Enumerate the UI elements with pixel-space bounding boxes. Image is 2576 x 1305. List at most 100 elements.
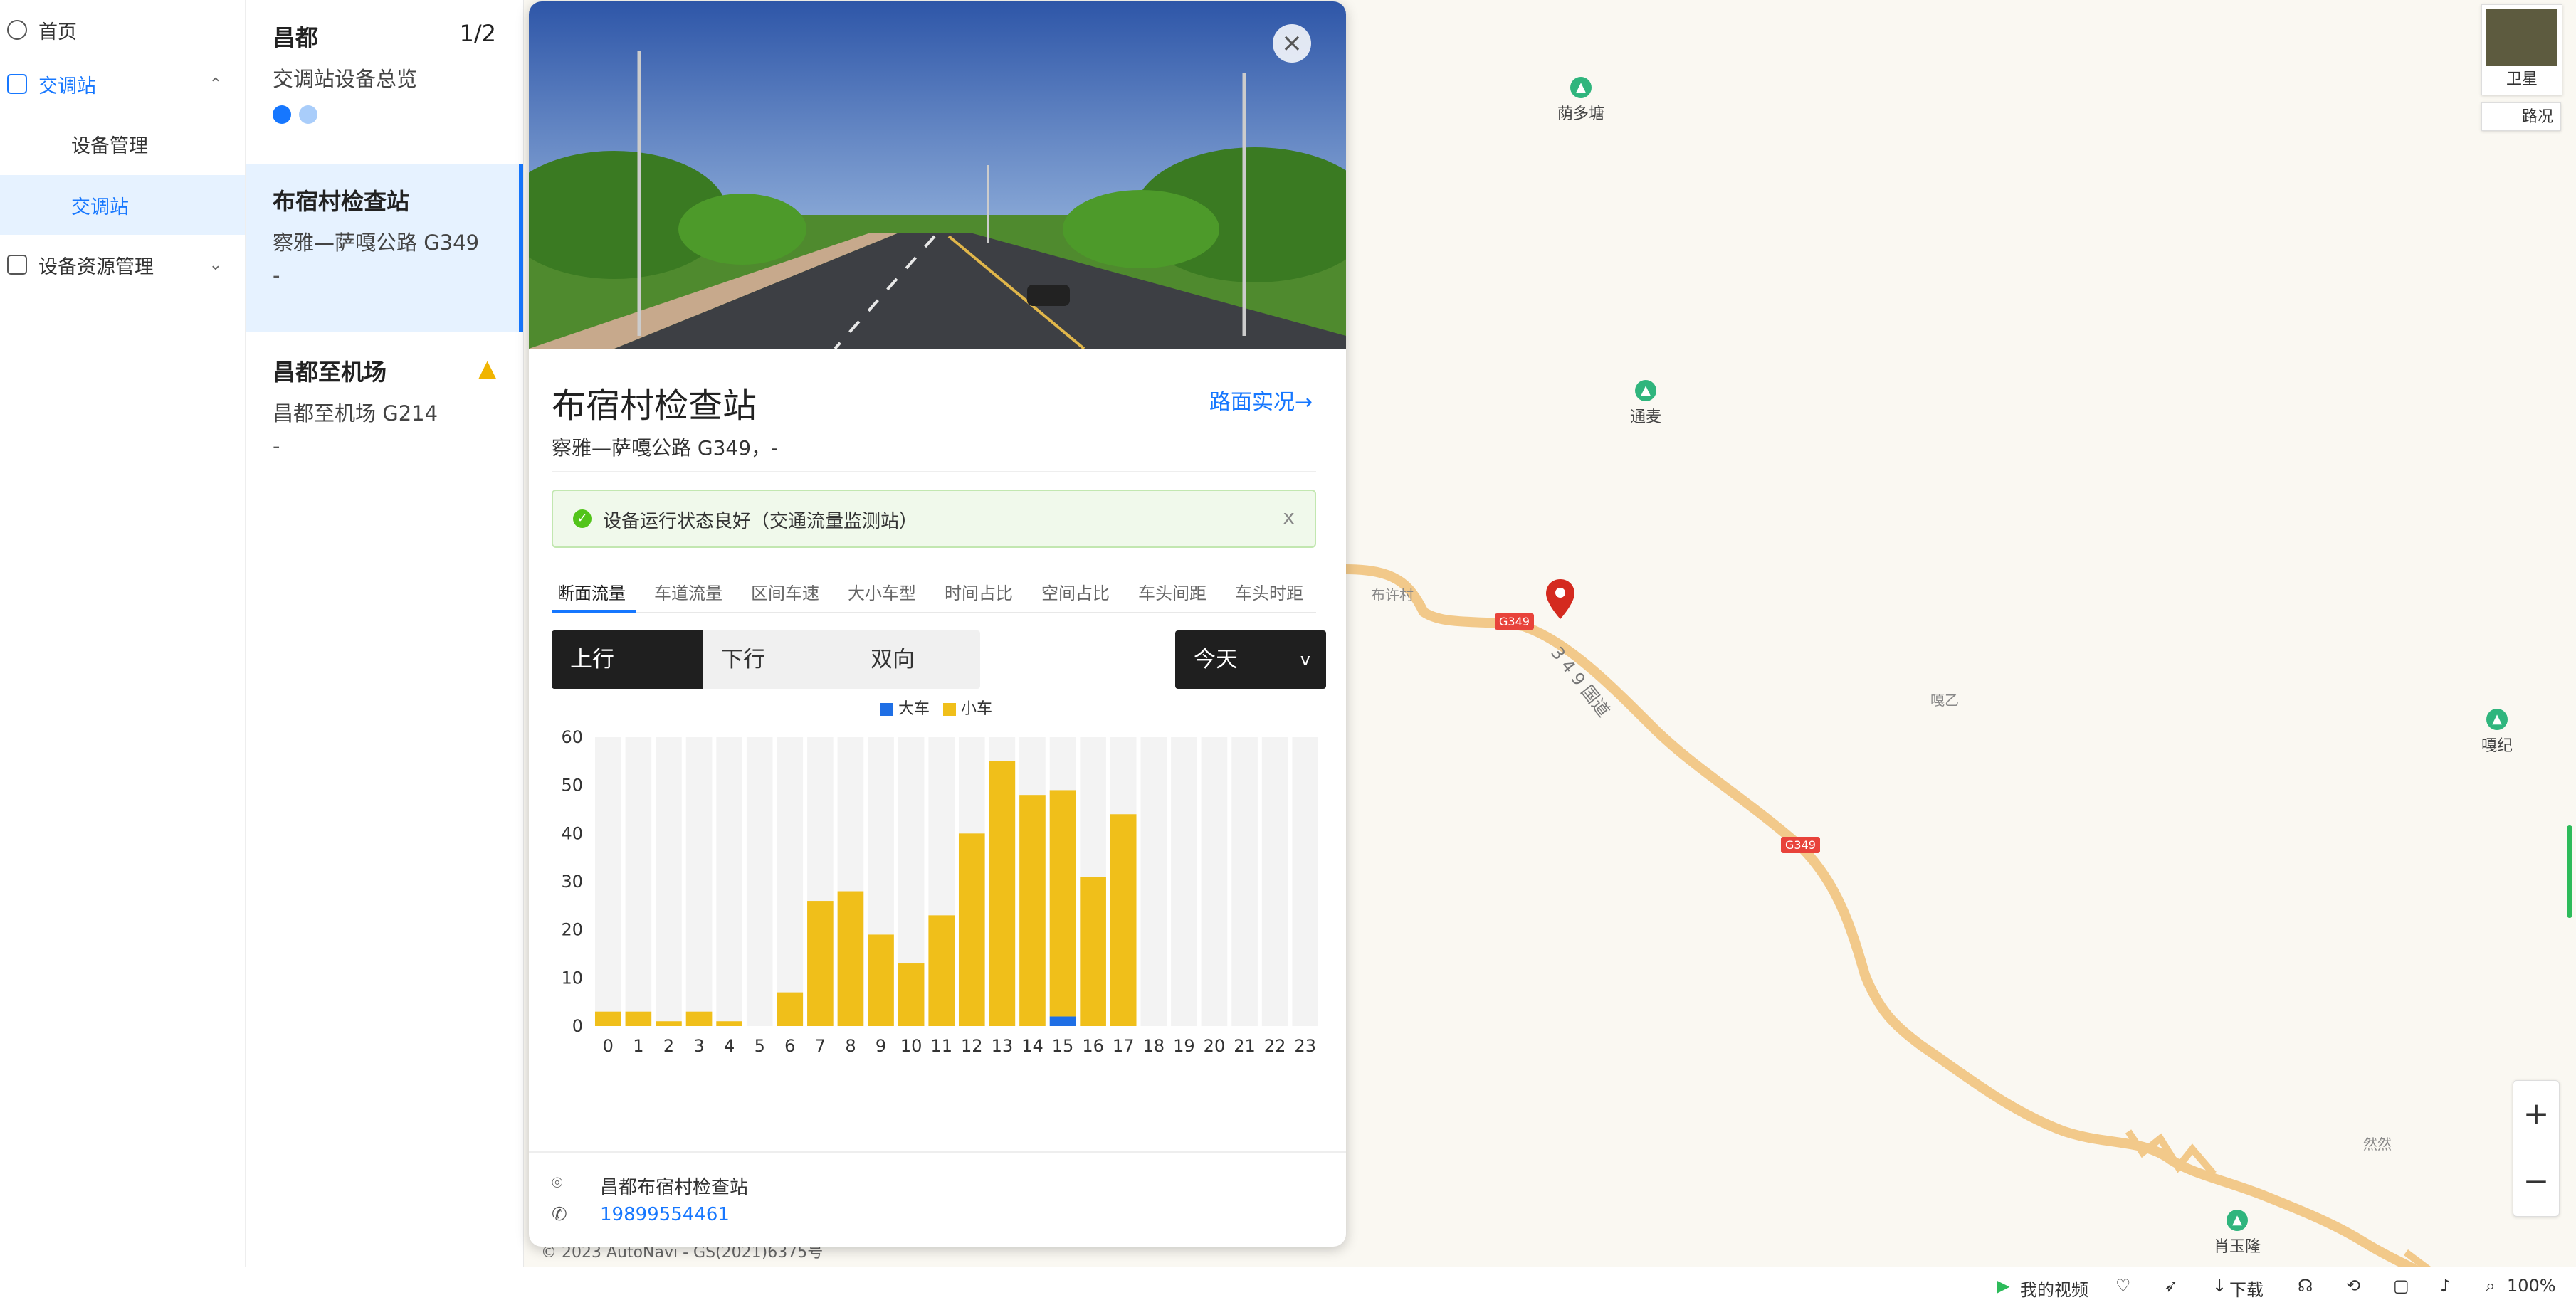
station-title: 布宿村检查站	[273, 188, 410, 215]
summary-subtitle: 交调站设备总览	[273, 67, 418, 91]
download-button[interactable]: 下载	[2229, 1276, 2264, 1301]
x-tick-label: 19	[1173, 1036, 1195, 1056]
tab-section-flow[interactable]: 断面流量	[557, 579, 626, 604]
dot-active[interactable]	[273, 105, 291, 124]
status-text: 设备运行状态良好（交通流量监测站）	[603, 511, 918, 532]
bar-小车-7[interactable]	[807, 901, 834, 1026]
legend-label-small: 小车	[961, 700, 993, 718]
bar-小车-15[interactable]	[1049, 790, 1076, 1017]
direction-down-button[interactable]: 下行	[703, 630, 852, 689]
traffic-layer-toggle[interactable]: 路况	[2481, 102, 2561, 131]
bar-小车-14[interactable]	[1019, 795, 1046, 1026]
x-tick-label: 22	[1264, 1036, 1286, 1056]
bar-background	[1261, 737, 1288, 1026]
sidebar-item-stations[interactable]: 交调站 ⌃	[0, 54, 245, 114]
mountain-icon: ▲	[1635, 380, 1656, 401]
x-tick-label: 17	[1113, 1036, 1135, 1056]
road-badge: G349	[1495, 613, 1534, 630]
station-card[interactable]: 布宿村检查站 察雅—萨嘎公路 G349 -	[246, 164, 523, 332]
game-icon[interactable]: ☊	[2298, 1276, 2313, 1296]
bar-小车-16[interactable]	[1080, 877, 1106, 1026]
x-tick-label: 14	[1021, 1036, 1043, 1056]
station-phone[interactable]: 19899554461	[600, 1204, 730, 1225]
sidebar-item-home[interactable]: 首页	[0, 0, 245, 60]
y-tick-label: 10	[561, 968, 583, 988]
popup-title: 布宿村检查站	[552, 386, 757, 426]
road-badge: G349	[1781, 837, 1820, 853]
direction-up-button[interactable]: 上行	[552, 630, 703, 689]
satellite-layer-button[interactable]: 卫星	[2481, 4, 2562, 95]
bar-小车-6[interactable]	[777, 992, 804, 1026]
tab-headway-time[interactable]: 车头时距	[1235, 579, 1303, 604]
sidebar-subitem-device-management[interactable]: 设备管理	[0, 114, 245, 174]
window-icon[interactable]: ▢	[2393, 1276, 2409, 1296]
tab-time-share[interactable]: 时间占比	[945, 579, 1013, 604]
direction-both-button[interactable]: 双向	[852, 630, 980, 689]
speaker-icon[interactable]: ♪	[2440, 1276, 2451, 1296]
rewind-icon[interactable]: ⟲	[2346, 1276, 2360, 1296]
station-summary-card[interactable]: 昌都 1/2 交调站设备总览	[246, 0, 523, 161]
poi-marker[interactable]: ▲ 通麦	[1630, 380, 1661, 427]
live-view-link[interactable]: 路面实况→	[1209, 384, 1313, 416]
sidebar-item-resources[interactable]: 设备资源管理 ⌄	[0, 235, 245, 295]
bar-小车-1[interactable]	[625, 1011, 652, 1026]
y-tick-label: 40	[561, 823, 583, 843]
bar-background	[656, 737, 682, 1026]
tab-space-share[interactable]: 空间占比	[1041, 579, 1110, 604]
bar-小车-10[interactable]	[898, 963, 925, 1026]
x-tick-label: 4	[724, 1036, 735, 1056]
mountain-icon: ▲	[2227, 1210, 2248, 1231]
tab-headway-distance[interactable]: 车头间距	[1138, 579, 1206, 604]
bar-小车-11[interactable]	[928, 915, 955, 1026]
close-button[interactable]: ×	[1273, 24, 1311, 63]
bar-background	[777, 737, 804, 1026]
tab-lane-flow[interactable]: 车道流量	[654, 579, 722, 604]
bar-小车-9[interactable]	[868, 934, 894, 1026]
play-video-icon[interactable]: ▶	[1997, 1276, 2009, 1296]
bar-大车-15[interactable]	[1049, 1016, 1076, 1026]
tab-vehicle-size[interactable]: 大小车型	[848, 579, 916, 604]
my-videos-button[interactable]: 我的视频	[2020, 1276, 2088, 1301]
station-card[interactable]: 昌都至机场 ▲ 昌都至机场 G214 -	[246, 334, 523, 502]
poi-marker[interactable]: ▲ 肖玉隆	[2214, 1210, 2261, 1257]
bar-小车-0[interactable]	[594, 1011, 621, 1026]
x-tick-label: 1	[633, 1036, 643, 1056]
rocket-icon[interactable]: ➶	[2164, 1276, 2178, 1296]
satellite-thumbnail	[2486, 9, 2557, 66]
zoom-in-button[interactable]: +	[2513, 1081, 2559, 1148]
sidebar-subitem-stations[interactable]: 交调站	[0, 175, 245, 235]
poi-marker[interactable]: ▲ 嘎纪	[2481, 709, 2513, 756]
bar-小车-17[interactable]	[1110, 814, 1137, 1026]
status-close-button[interactable]: x	[1283, 505, 1295, 529]
y-tick-label: 20	[561, 920, 583, 940]
phone-icon: ✆	[552, 1204, 567, 1225]
bar-小车-3[interactable]	[685, 1011, 713, 1026]
warning-icon: ▲	[478, 354, 496, 381]
chevron-down-icon: v	[1300, 650, 1310, 670]
mountain-icon: ▲	[1570, 77, 1592, 98]
bar-background	[1231, 737, 1258, 1026]
dot[interactable]	[299, 105, 318, 124]
bar-小车-13[interactable]	[989, 761, 1016, 1026]
station-road: 昌都至机场 G214	[273, 401, 438, 426]
location-pin-icon[interactable]	[1545, 578, 1576, 620]
x-tick-label: 5	[755, 1036, 765, 1056]
chevron-down-icon: ⌄	[209, 255, 222, 274]
tab-interval-speed[interactable]: 区间车速	[751, 579, 819, 604]
poi-marker[interactable]: ▲ 荫多塘	[1557, 77, 1604, 124]
x-tick-label: 16	[1082, 1036, 1104, 1056]
x-tick-label: 0	[603, 1036, 614, 1056]
zoom-out-button[interactable]: −	[2513, 1148, 2559, 1215]
heart-icon[interactable]: ♡	[2115, 1276, 2131, 1296]
zoom-level[interactable]: 100%	[2507, 1276, 2556, 1296]
period-select[interactable]: 今天 v	[1175, 630, 1326, 689]
bar-background	[1171, 737, 1197, 1026]
bar-小车-8[interactable]	[837, 891, 864, 1026]
x-tick-label: 7	[815, 1036, 826, 1056]
bar-小车-4[interactable]	[716, 1021, 742, 1026]
bar-小车-12[interactable]	[958, 833, 985, 1026]
mountain-icon: ▲	[2486, 709, 2508, 730]
bar-小车-2[interactable]	[656, 1021, 682, 1026]
station-title: 昌都至机场	[273, 359, 387, 386]
tab-active-indicator	[552, 610, 636, 613]
